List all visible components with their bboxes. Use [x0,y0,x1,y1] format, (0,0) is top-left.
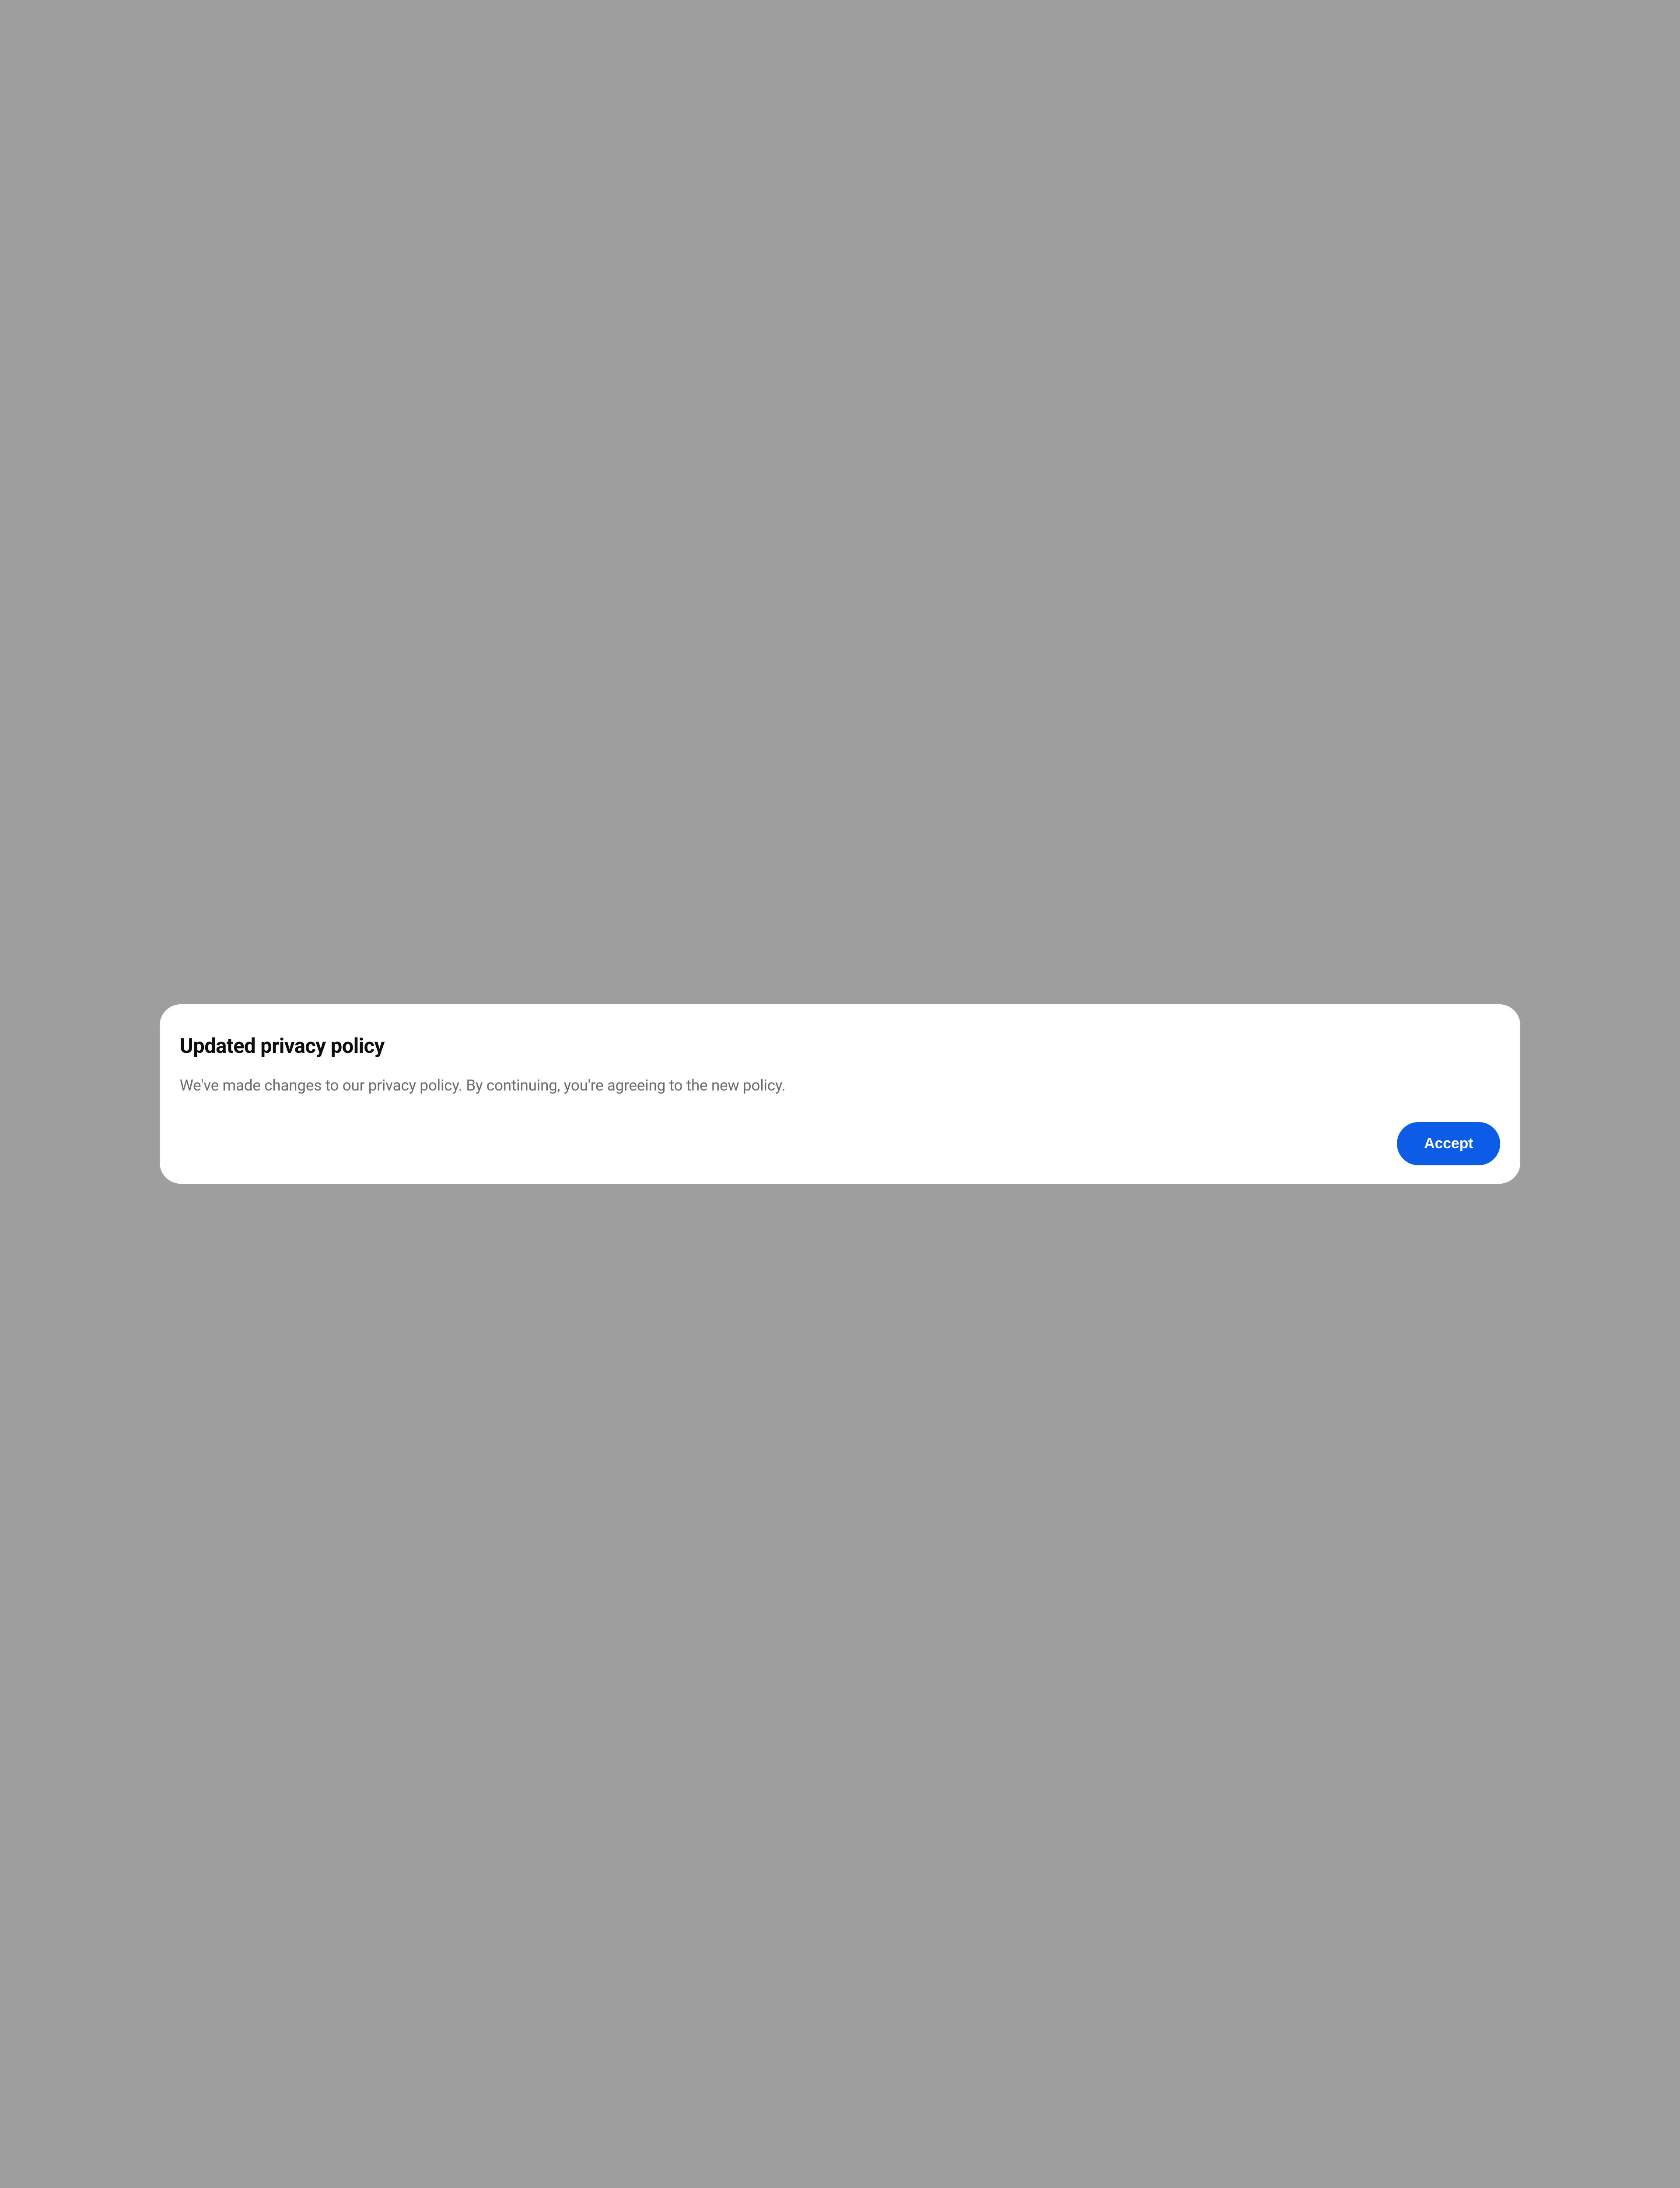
accept-button[interactable]: Accept [1397,1122,1500,1165]
dialog-body-text: We've made changes to our privacy policy… [180,1075,1500,1097]
dialog-actions: Accept [180,1122,1500,1165]
dialog-title: Updated privacy policy [180,1034,1500,1058]
privacy-policy-dialog: Updated privacy policy We've made change… [160,1004,1520,1184]
